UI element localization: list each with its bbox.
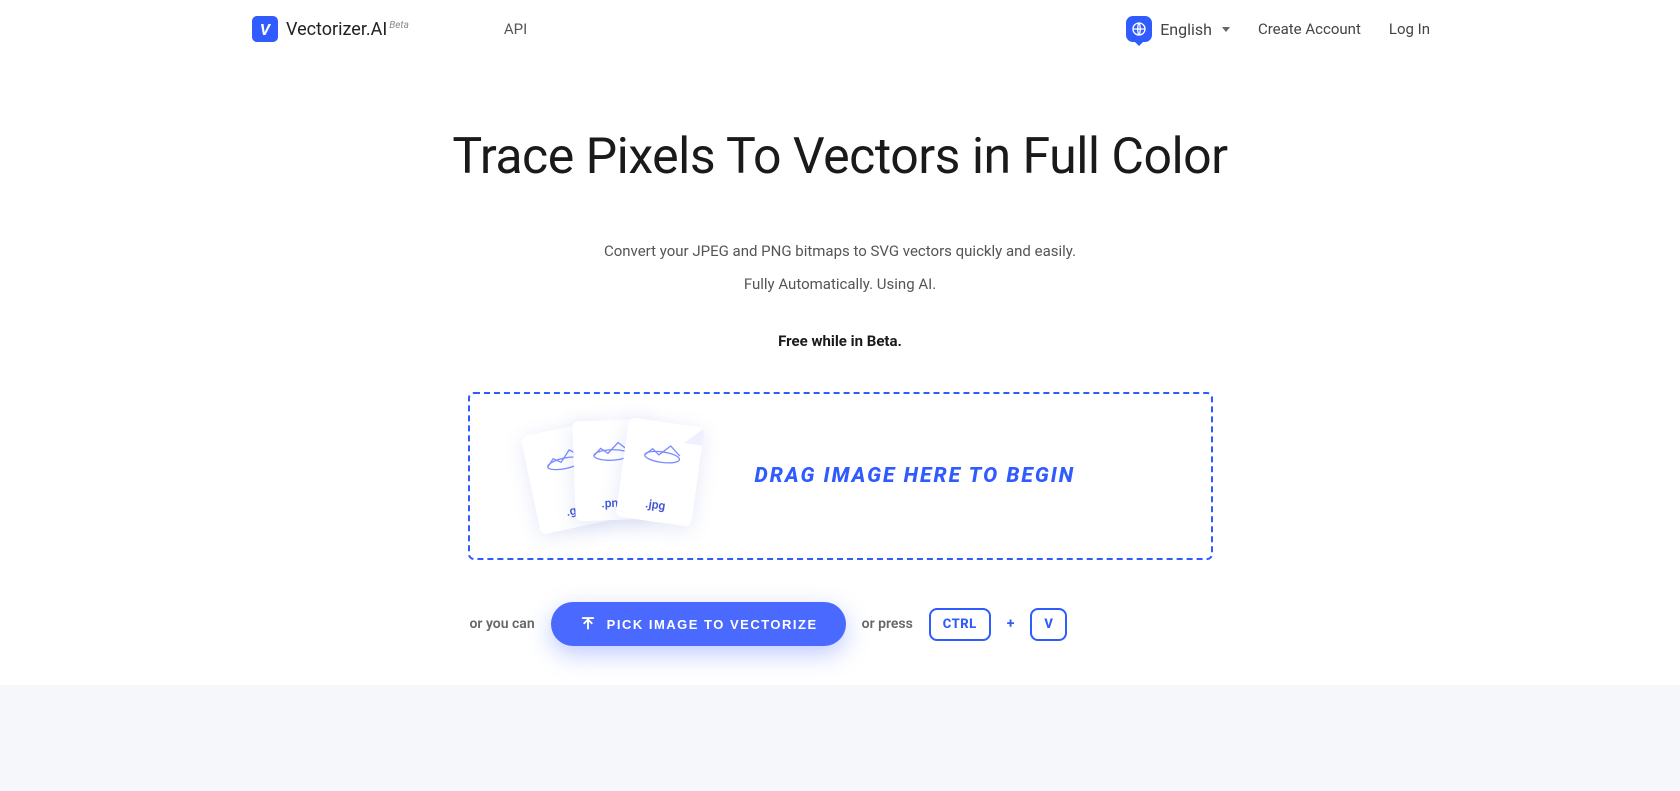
brand-name-text: Vectorizer.AI bbox=[286, 19, 387, 40]
brand-logo-icon: V bbox=[252, 16, 278, 42]
actions-row: or you can PICK IMAGE TO VECTORIZE or pr… bbox=[0, 602, 1680, 646]
brand-link[interactable]: V Vectorizer.AIBeta bbox=[252, 16, 409, 42]
beta-note: Free while in Beta. bbox=[0, 332, 1680, 350]
or-you-can-text: or you can bbox=[470, 616, 535, 632]
brand-name: Vectorizer.AIBeta bbox=[286, 19, 409, 40]
footer-area bbox=[0, 685, 1680, 791]
sub-line-2: Fully Automatically. Using AI. bbox=[0, 271, 1680, 298]
nav-right: English Create Account Log In bbox=[1126, 16, 1640, 42]
beta-badge: Beta bbox=[389, 20, 409, 31]
create-account-link[interactable]: Create Account bbox=[1258, 20, 1361, 38]
image-dropzone[interactable]: .gif .png .jpg DRAG IMAGE HERE TO BEGIN bbox=[468, 392, 1213, 560]
file-card-jpg: .jpg bbox=[615, 417, 704, 527]
hero-subtext: Convert your JPEG and PNG bitmaps to SVG… bbox=[0, 238, 1680, 298]
upload-icon bbox=[579, 615, 597, 633]
file-ext-label: .jpg bbox=[644, 496, 666, 513]
key-ctrl: CTRL bbox=[929, 608, 991, 641]
language-label: English bbox=[1160, 20, 1212, 39]
pick-button-label: PICK IMAGE TO VECTORIZE bbox=[607, 617, 818, 632]
plus-sign: + bbox=[1007, 616, 1015, 632]
hero-section: Trace Pixels To Vectors in Full Color Co… bbox=[0, 58, 1680, 646]
top-nav: V Vectorizer.AIBeta API English Create A… bbox=[0, 0, 1680, 58]
globe-icon bbox=[1126, 16, 1152, 42]
or-press-text: or press bbox=[862, 616, 913, 632]
file-cards-illustration: .gif .png .jpg bbox=[530, 416, 705, 536]
page-headline: Trace Pixels To Vectors in Full Color bbox=[0, 128, 1680, 186]
actions-inner: or you can PICK IMAGE TO VECTORIZE or pr… bbox=[468, 602, 1213, 646]
api-link[interactable]: API bbox=[504, 20, 527, 38]
log-in-link[interactable]: Log In bbox=[1389, 20, 1430, 38]
language-selector[interactable]: English bbox=[1126, 16, 1230, 42]
image-icon bbox=[640, 433, 685, 467]
chevron-down-icon bbox=[1222, 27, 1230, 32]
nav-left: V Vectorizer.AIBeta API bbox=[252, 16, 527, 42]
sub-line-1: Convert your JPEG and PNG bitmaps to SVG… bbox=[0, 238, 1680, 265]
key-v: V bbox=[1030, 608, 1067, 641]
dropzone-text: DRAG IMAGE HERE TO BEGIN bbox=[755, 464, 1076, 488]
pick-image-button[interactable]: PICK IMAGE TO VECTORIZE bbox=[551, 602, 846, 646]
